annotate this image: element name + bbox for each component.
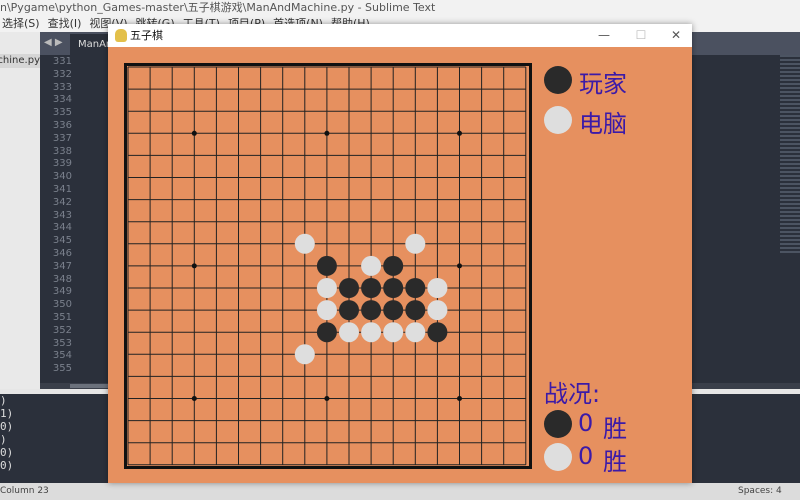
line-number: 344	[52, 222, 72, 234]
line-number: 338	[52, 145, 72, 157]
minimap[interactable]	[780, 55, 800, 255]
status-bar: Column 23 Spaces: 4	[0, 483, 800, 500]
black-stone	[316, 322, 337, 343]
line-number: 351	[52, 311, 72, 323]
pygame-snake-icon	[115, 29, 127, 42]
computer-label: 电脑	[579, 110, 627, 138]
line-number: 355	[52, 363, 72, 375]
record-title: 战况:	[544, 380, 601, 408]
star-point	[191, 396, 197, 401]
minimize-button[interactable]: —	[589, 24, 619, 47]
player-wins: 0	[578, 409, 594, 437]
white-stone	[361, 322, 382, 343]
white-stone	[405, 322, 426, 343]
sidebar-file[interactable]: ManAndMachine.py	[0, 54, 40, 68]
sidebar: ManAndMachine.py	[0, 32, 40, 390]
star-point	[324, 130, 330, 136]
white-stone	[339, 322, 359, 343]
line-number: 349	[52, 286, 72, 298]
line-number: 343	[52, 209, 72, 221]
line-number: 337	[52, 132, 72, 144]
status-spaces[interactable]: Spaces: 4	[738, 483, 782, 500]
computer-wins: 0	[578, 442, 594, 470]
line-number: 354	[52, 350, 72, 362]
white-stone	[427, 278, 448, 298]
star-point	[457, 396, 462, 401]
white-stone	[383, 322, 404, 343]
star-point	[457, 130, 462, 136]
line-number: 335	[52, 107, 72, 119]
line-number: 341	[52, 183, 72, 195]
star-point	[191, 263, 197, 269]
line-number: 336	[52, 119, 72, 131]
player-label: 玩家	[579, 70, 627, 98]
window-titlebar: 五子棋 — ☐ ✕	[108, 24, 692, 47]
line-numbers: 331 332 333 334 335 336 337 338 339 340 341 342 343 3…	[40, 55, 80, 385]
player-stone-icon	[544, 66, 572, 94]
white-stone	[361, 255, 382, 276]
computer-win-label: 胜	[603, 448, 627, 476]
menu-item[interactable]: 选择(S)	[2, 17, 40, 30]
line-number: 339	[52, 158, 72, 170]
line-number: 333	[52, 81, 72, 93]
black-stone	[383, 278, 404, 298]
black-stone	[427, 322, 448, 343]
window-title: 五子棋	[130, 29, 163, 42]
editor-title: n\Pygame\python_Games-master\五子棋游戏\ManAn…	[0, 0, 800, 16]
maximize-button[interactable]: ☐	[626, 24, 656, 47]
black-stone	[405, 300, 426, 321]
tab-nav-arrows-icon[interactable]: ◀ ▶	[44, 37, 63, 48]
computer-stone-icon	[544, 106, 572, 134]
player-score-stone-icon	[544, 410, 572, 438]
menu-item[interactable]: 查找(I)	[48, 17, 82, 30]
line-number: 340	[52, 171, 72, 183]
line-number: 347	[52, 260, 72, 272]
black-stone	[361, 300, 382, 321]
line-number: 352	[52, 324, 72, 336]
line-number: 332	[52, 68, 72, 80]
white-stone	[294, 344, 315, 365]
black-stone	[316, 255, 337, 276]
line-number: 350	[52, 299, 72, 311]
white-stone	[294, 233, 315, 254]
gomoku-window: 五子棋 — ☐ ✕ 玩家 电脑 战况: 0 胜 0 胜	[108, 24, 692, 483]
line-number: 348	[52, 273, 72, 285]
white-stone	[316, 300, 337, 321]
line-number: 334	[52, 94, 72, 106]
star-point	[324, 396, 330, 401]
line-number: 346	[52, 247, 72, 259]
black-stone	[361, 278, 382, 298]
black-stone	[339, 278, 359, 298]
line-number: 342	[52, 196, 72, 208]
status-column: Column 23	[0, 486, 49, 496]
line-number: 345	[52, 235, 72, 247]
black-stone	[339, 300, 359, 321]
white-stone	[427, 300, 448, 321]
game-board[interactable]	[124, 63, 532, 469]
star-point	[191, 130, 197, 136]
line-number: 331	[52, 56, 72, 67]
computer-score-stone-icon	[544, 443, 572, 471]
player-win-label: 胜	[603, 415, 627, 443]
black-stone	[405, 278, 426, 298]
white-stone	[316, 278, 337, 298]
black-stone	[383, 255, 404, 276]
line-number: 353	[52, 337, 72, 349]
close-button[interactable]: ✕	[661, 24, 691, 47]
star-point	[457, 263, 462, 269]
black-stone	[383, 300, 404, 321]
white-stone	[405, 233, 426, 254]
